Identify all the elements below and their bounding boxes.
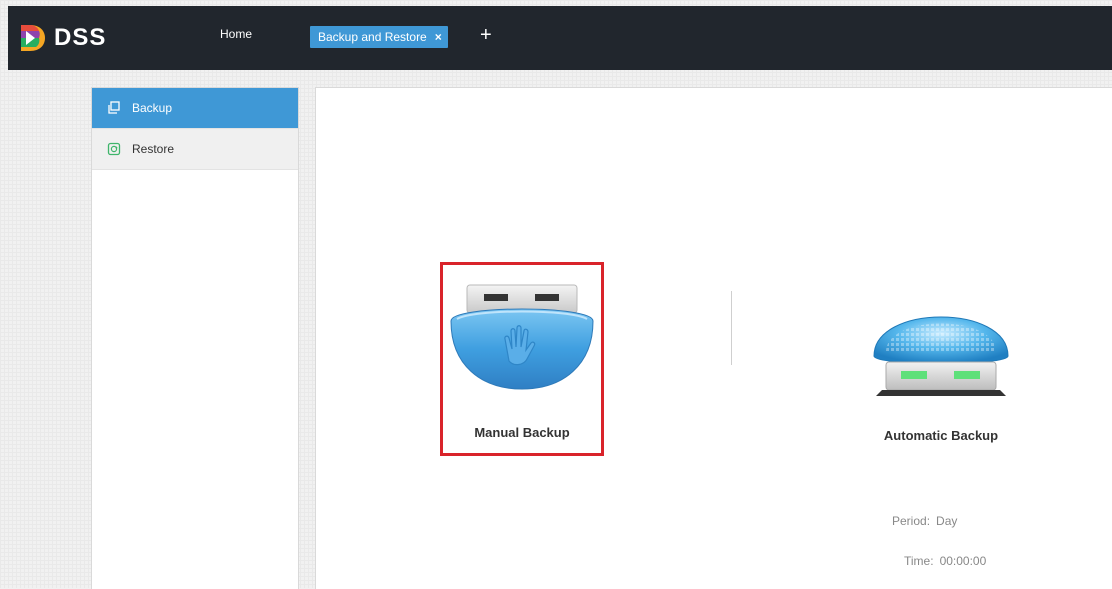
top-bar: DSS Home Backup and Restore × + xyxy=(8,6,1112,70)
sidebar: Backup Restore xyxy=(91,87,299,589)
sidebar-item-label: Restore xyxy=(132,142,175,156)
main-panel: Manual Backup Automatic Backup Period: D… xyxy=(315,87,1112,589)
automatic-backup-card[interactable]: Automatic Backup xyxy=(856,278,1026,458)
automatic-backup-label: Automatic Backup xyxy=(883,428,999,443)
time-label: Time: xyxy=(904,554,934,568)
period-label: Period: xyxy=(892,514,931,528)
manual-backup-card[interactable]: Manual Backup xyxy=(440,262,604,456)
time-value: 00:00:00 xyxy=(939,554,987,568)
nav-home-link[interactable]: Home xyxy=(220,27,252,41)
restore-icon xyxy=(106,141,122,157)
period-row: Period: Day xyxy=(892,514,957,528)
manual-backup-label: Manual Backup xyxy=(474,425,570,440)
vertical-divider xyxy=(731,291,732,365)
dss-logo-icon xyxy=(21,25,45,51)
period-value: Day xyxy=(936,514,958,528)
tab-label: Backup and Restore xyxy=(318,30,427,44)
sidebar-item-restore[interactable]: Restore xyxy=(92,129,298,170)
time-row: Time: 00:00:00 xyxy=(904,554,986,568)
app-logo: DSS xyxy=(18,20,106,56)
tab-backup-and-restore[interactable]: Backup and Restore × xyxy=(310,26,448,48)
add-tab-button[interactable]: + xyxy=(480,24,492,46)
hand-usb-icon xyxy=(450,284,594,390)
sidebar-item-label: Backup xyxy=(132,101,173,115)
logo-text: DSS xyxy=(54,24,107,51)
close-icon[interactable]: × xyxy=(435,30,442,44)
sidebar-item-backup[interactable]: Backup xyxy=(92,88,298,129)
copy-icon xyxy=(106,100,122,116)
dome-usb-icon xyxy=(873,316,1009,396)
